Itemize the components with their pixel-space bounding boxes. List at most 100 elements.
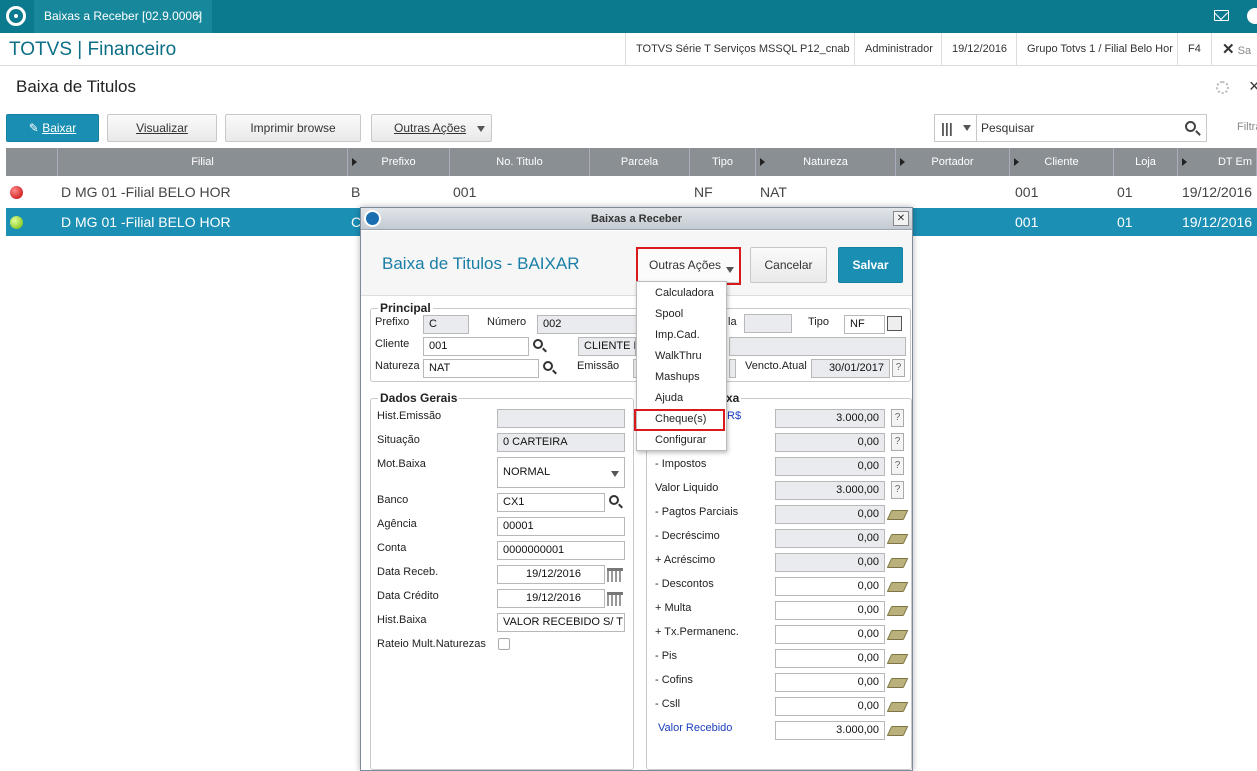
calendar-icon[interactable]	[607, 568, 623, 582]
tipo-field[interactable]: NF	[844, 315, 885, 334]
dialog-titlebar[interactable]: Baixas a Receber ✕	[361, 208, 912, 230]
tab-close-icon[interactable]: ×	[195, 0, 202, 33]
dialog-close-button[interactable]: ✕	[893, 211, 909, 226]
valor-field[interactable]: 3.000,00	[775, 481, 885, 500]
column-header-prefixo[interactable]: Prefixo	[348, 148, 450, 176]
search-icon[interactable]	[543, 361, 553, 371]
valor-field[interactable]: 3.000,00	[775, 721, 885, 740]
gear-icon[interactable]	[1216, 81, 1229, 94]
tab-baixas-a-receber[interactable]: Baixas a Receber [02.9.0006] ×	[34, 0, 212, 33]
situacao-field[interactable]: 0 CARTEIRA	[497, 433, 625, 452]
date-info[interactable]: 19/12/2016	[941, 33, 1017, 66]
valor-field[interactable]: 0,00	[775, 697, 885, 716]
help-icon[interactable]: ?	[892, 359, 905, 377]
valor-field[interactable]: 0,00	[775, 553, 885, 572]
menu-item-ajuda[interactable]: Ajuda	[655, 392, 683, 404]
column-header-natureza[interactable]: Natureza	[756, 148, 896, 176]
help-icon[interactable]: ?	[891, 457, 904, 475]
page-close-icon[interactable]: ×	[1249, 76, 1257, 97]
shortcut-info[interactable]: F4	[1177, 33, 1211, 66]
prefixo-field[interactable]: C	[423, 315, 469, 334]
column-header-dt-emissao[interactable]: DT Em	[1178, 148, 1257, 176]
help-icon[interactable]: ?	[891, 433, 904, 451]
data-credito-field[interactable]: 19/12/2016	[497, 589, 605, 608]
menu-item-imp-cad[interactable]: Imp.Cad.	[655, 329, 700, 341]
valor-field[interactable]: 3.000,00	[775, 409, 885, 428]
menu-item-configurar[interactable]: Configurar	[655, 434, 706, 446]
conta-label: Conta	[377, 542, 407, 554]
menu-item-mashups[interactable]: Mashups	[655, 371, 700, 383]
search-icon[interactable]	[609, 495, 619, 505]
vencto-field[interactable]: 30/01/2017	[811, 359, 890, 378]
cell-filial: D MG 01 -Filial BELO HOR	[61, 184, 231, 200]
dados-gerais-group	[370, 398, 634, 770]
rateio-checkbox[interactable]	[498, 638, 510, 650]
banco-field[interactable]: CX1	[497, 493, 605, 512]
natureza-field[interactable]: NAT	[423, 359, 539, 378]
valor-field[interactable]: 0,00	[775, 649, 885, 668]
calendar-icon[interactable]	[607, 592, 623, 606]
user-icon[interactable]	[1247, 8, 1257, 24]
valor-field[interactable]: 0,00	[775, 673, 885, 692]
column-header-parcela[interactable]: Parcela	[590, 148, 690, 176]
numero-field[interactable]: 002	[537, 315, 637, 334]
valor-field[interactable]: 0,00	[775, 625, 885, 644]
search-icon[interactable]	[533, 339, 543, 349]
column-header-filial[interactable]: Filial	[58, 148, 348, 176]
banco-label: Banco	[377, 494, 409, 506]
columns-icon[interactable]: |||	[935, 115, 977, 141]
search-icon[interactable]	[1185, 121, 1196, 132]
exit-button[interactable]: ✕ Sa	[1211, 33, 1257, 66]
environment-info[interactable]: TOTVS Série T Serviços MSSQL P12_cnab	[625, 33, 860, 66]
agencia-field[interactable]: 00001	[497, 517, 625, 536]
help-icon[interactable]: ?	[891, 481, 904, 499]
menu-item-spool[interactable]: Spool	[655, 308, 683, 320]
valor-field[interactable]: 0,00	[775, 457, 885, 476]
table-row[interactable]: D MG 01 -Filial BELO HOR B 001 NF NAT 00…	[6, 178, 1257, 206]
conta-field[interactable]: 0000000001	[497, 541, 625, 560]
cell-loja: 01	[1117, 184, 1133, 200]
help-icon[interactable]: ?	[891, 409, 904, 427]
situacao-label: Situação	[377, 434, 420, 446]
column-header-tipo[interactable]: Tipo	[690, 148, 756, 176]
menu-item-calculadora[interactable]: Calculadora	[655, 287, 714, 299]
column-header-cliente[interactable]: Cliente	[1010, 148, 1114, 176]
valor-field[interactable]: 0,00	[775, 577, 885, 596]
mail-icon[interactable]	[1214, 10, 1229, 21]
cliente-field[interactable]: 001	[423, 337, 529, 356]
hist-baixa-label: Hist.Baixa	[377, 614, 427, 626]
valor-titulo-label: R$	[727, 410, 742, 422]
valor-field[interactable]: 0,00	[775, 529, 885, 548]
filter-button[interactable]: Filtra	[1237, 121, 1257, 133]
parcela-field[interactable]	[744, 314, 792, 333]
search-input[interactable]: Pesquisar	[981, 115, 1034, 141]
user-info[interactable]: Administrador	[854, 33, 943, 66]
agencia-label: Agência	[377, 518, 417, 530]
column-header-loja[interactable]: Loja	[1114, 148, 1178, 176]
data-receb-field[interactable]: 19/12/2016	[497, 565, 605, 584]
branch-info[interactable]: Grupo Totvs 1 / Filial Belo Hor	[1016, 33, 1183, 66]
valor-label: - Impostos	[655, 458, 707, 470]
search-box[interactable]: ||| Pesquisar	[934, 114, 1207, 142]
valor-field[interactable]: 0,00	[775, 601, 885, 620]
status-column-header	[6, 148, 58, 176]
motbaixa-select[interactable]: NORMAL	[497, 457, 625, 488]
valor-field[interactable]: 0,00	[775, 433, 885, 452]
visualizar-button[interactable]: Visualizar	[107, 114, 217, 142]
valor-field[interactable]: 0,00	[775, 505, 885, 524]
baixar-button[interactable]: ✎ Baixar	[6, 114, 99, 142]
lookup-icon[interactable]	[887, 316, 902, 331]
valor-label: - Descontos	[655, 578, 714, 590]
hist-emissao-field[interactable]	[497, 409, 625, 428]
menu-item-walkthru[interactable]: WalkThru	[655, 350, 702, 362]
sort-arrow-icon	[1014, 158, 1019, 166]
cancelar-button[interactable]: Cancelar	[750, 247, 827, 283]
column-header-titulo[interactable]: No. Titulo	[450, 148, 590, 176]
imprimir-browse-button[interactable]: Imprimir browse	[225, 114, 361, 142]
outras-acoes-button[interactable]: Outras Ações	[371, 114, 492, 142]
sort-arrow-icon	[1182, 158, 1187, 166]
salvar-button[interactable]: Salvar	[838, 247, 903, 283]
valor-label: - Cofins	[655, 674, 693, 686]
column-header-portador[interactable]: Portador	[896, 148, 1010, 176]
hist-baixa-field[interactable]: VALOR RECEBIDO S/ TIT	[497, 613, 625, 632]
